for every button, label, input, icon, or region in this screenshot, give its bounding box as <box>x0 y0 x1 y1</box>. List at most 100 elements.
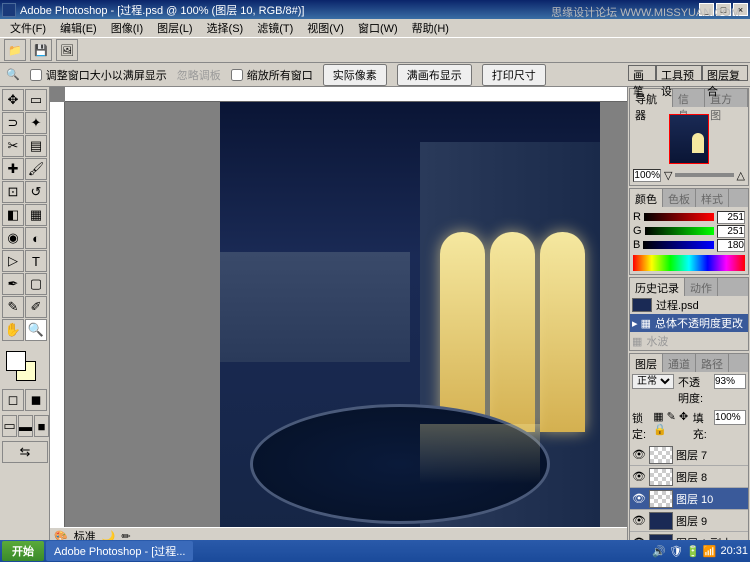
blur-tool[interactable]: ◉ <box>2 227 24 249</box>
zoom-tool-icon[interactable]: 🔍 <box>6 68 20 81</box>
blend-mode-select[interactable]: 正常 <box>632 374 674 389</box>
screen-full-menu[interactable]: ▬ <box>18 415 33 437</box>
history-snapshot[interactable]: 过程.psd <box>630 296 748 314</box>
history-label-1: 总体不透明度更改 <box>655 315 743 331</box>
notes-tool[interactable]: ✎ <box>2 296 24 318</box>
opacity-input[interactable] <box>714 374 746 389</box>
navigator-thumbnail[interactable] <box>669 114 709 164</box>
layer-row[interactable]: 👁图层 9 <box>630 510 748 532</box>
tab-actions[interactable]: 动作 <box>685 278 718 296</box>
heal-tool[interactable]: ✚ <box>2 158 24 180</box>
menu-edit[interactable]: 编辑(E) <box>54 19 103 37</box>
tab-info[interactable]: 信息 <box>673 89 705 107</box>
pen-tool[interactable]: ✒ <box>2 273 24 295</box>
stamp-tool[interactable]: ⊡ <box>2 181 24 203</box>
tab-channels[interactable]: 通道 <box>663 354 696 372</box>
folder-button[interactable]: 📁 <box>4 39 26 61</box>
zoom-all-checkbox[interactable] <box>231 69 243 81</box>
tab-history[interactable]: 历史记录 <box>630 278 685 296</box>
zoom-tool[interactable]: 🔍 <box>25 319 47 341</box>
ruler-horizontal[interactable] <box>65 87 627 102</box>
document-canvas[interactable] <box>220 102 600 544</box>
menu-view[interactable]: 视图(V) <box>301 19 350 37</box>
gradient-tool[interactable]: ▦ <box>25 204 47 226</box>
menu-window[interactable]: 窗口(W) <box>352 19 404 37</box>
color-spectrum[interactable] <box>633 255 745 271</box>
ruler-vertical[interactable] <box>50 102 65 544</box>
zoom-out-icon[interactable]: ▽ <box>664 169 672 182</box>
move-tool[interactable]: ✥ <box>2 89 24 111</box>
tab-styles[interactable]: 样式 <box>696 189 729 207</box>
screen-full[interactable]: ■ <box>34 415 49 437</box>
g-input[interactable] <box>717 225 745 238</box>
tab-swatches[interactable]: 色板 <box>663 189 696 207</box>
b-slider[interactable] <box>643 241 714 249</box>
r-input[interactable] <box>717 211 745 224</box>
browse-button[interactable]: 🖼 <box>56 39 78 61</box>
color-panel: 颜色色板样式 R G B <box>629 188 749 275</box>
zoom-slider[interactable] <box>675 173 733 177</box>
type-tool[interactable]: T <box>25 250 47 272</box>
menu-file[interactable]: 文件(F) <box>4 19 52 37</box>
lock-icons[interactable]: ▦ ✎ ✥ 🔒 <box>653 410 689 442</box>
standard-mode[interactable]: ◻ <box>2 389 24 411</box>
menu-help[interactable]: 帮助(H) <box>406 19 455 37</box>
start-button[interactable]: 开始 <box>2 541 44 561</box>
crop-tool[interactable]: ✂ <box>2 135 24 157</box>
menu-select[interactable]: 选择(S) <box>201 19 250 37</box>
zoom-in-icon[interactable]: △ <box>737 169 745 182</box>
lasso-tool[interactable]: ⊃ <box>2 112 24 134</box>
resize-window-checkbox[interactable] <box>30 69 42 81</box>
visibility-icon[interactable]: 👁 <box>632 492 646 505</box>
zoom-input[interactable] <box>633 169 661 182</box>
shape-tool[interactable]: ▢ <box>25 273 47 295</box>
menu-layer[interactable]: 图层(L) <box>151 19 198 37</box>
dodge-tool[interactable]: ◐ <box>25 227 47 249</box>
tab-layers[interactable]: 图层 <box>630 354 663 372</box>
layer-row[interactable]: 👁图层 8 <box>630 466 748 488</box>
hand-tool[interactable]: ✋ <box>2 319 24 341</box>
visibility-icon[interactable]: 👁 <box>632 514 646 527</box>
path-tool[interactable]: ▷ <box>2 250 24 272</box>
screen-standard[interactable]: ▭ <box>2 415 17 437</box>
history-state-2[interactable]: ▦水波 <box>630 332 748 350</box>
g-slider[interactable] <box>645 227 714 235</box>
layers-list: 👁图层 7 👁图层 8 👁图层 10 👁图层 9 👁图层 1 副本 <box>630 444 748 554</box>
history-state-1[interactable]: ▸ ▦总体不透明度更改 <box>630 314 748 332</box>
jump-to-button[interactable]: ⇆ <box>2 441 48 463</box>
foreground-swatch[interactable] <box>6 351 26 371</box>
wand-tool[interactable]: ✦ <box>25 112 47 134</box>
well-comps[interactable]: 图层复合 <box>702 65 748 81</box>
taskbar-app[interactable]: Adobe Photoshop - [过程... <box>46 541 193 561</box>
tab-color[interactable]: 颜色 <box>630 189 663 207</box>
well-brushes[interactable]: 画笔 <box>628 65 656 81</box>
print-size-button[interactable]: 打印尺寸 <box>482 64 546 86</box>
r-slider[interactable] <box>644 213 714 221</box>
visibility-icon[interactable]: 👁 <box>632 448 646 461</box>
layer-row[interactable]: 👁图层 7 <box>630 444 748 466</box>
system-tray[interactable]: 🔊 🛡 🔋 📶 20:31 <box>652 545 748 558</box>
history-brush-tool[interactable]: ↺ <box>25 181 47 203</box>
eyedropper-tool[interactable]: ✐ <box>25 296 47 318</box>
clock[interactable]: 20:31 <box>720 545 748 557</box>
save-button[interactable]: 💾 <box>30 39 52 61</box>
menu-image[interactable]: 图像(I) <box>105 19 149 37</box>
tray-icons[interactable]: 🔊 🛡 🔋 📶 <box>652 545 716 558</box>
quickmask-mode[interactable]: ◼ <box>25 389 47 411</box>
layer-row[interactable]: 👁图层 10 <box>630 488 748 510</box>
slice-tool[interactable]: ▤ <box>25 135 47 157</box>
marquee-tool[interactable]: ▭ <box>25 89 47 111</box>
menu-filter[interactable]: 滤镜(T) <box>251 19 299 37</box>
menu-bar: 文件(F) 编辑(E) 图像(I) 图层(L) 选择(S) 滤镜(T) 视图(V… <box>0 19 750 37</box>
eraser-tool[interactable]: ◧ <box>2 204 24 226</box>
color-swatches[interactable] <box>2 349 47 385</box>
visibility-icon[interactable]: 👁 <box>632 470 646 483</box>
tab-paths[interactable]: 路径 <box>696 354 729 372</box>
fit-screen-button[interactable]: 满画布显示 <box>397 64 472 86</box>
brush-tool[interactable]: 🖌 <box>25 158 47 180</box>
history-doc-label: 过程.psd <box>656 297 699 313</box>
actual-pixels-button[interactable]: 实际像素 <box>323 64 387 86</box>
b-input[interactable] <box>717 239 745 252</box>
fill-input[interactable] <box>714 410 746 425</box>
well-presets[interactable]: 工具预设 <box>656 65 702 81</box>
